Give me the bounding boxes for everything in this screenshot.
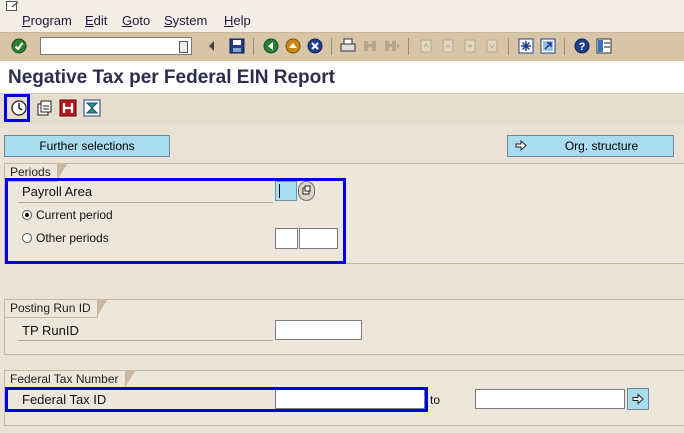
toolbar-separator: [408, 38, 409, 55]
federal-tax-id-to-input[interactable]: [475, 389, 625, 409]
menu-edit[interactable]: Edit: [85, 13, 107, 28]
to-label: to: [430, 393, 441, 407]
execute-highlight: [4, 94, 30, 122]
arrow-right-icon: [515, 140, 527, 151]
multiple-selection-button[interactable]: [627, 388, 649, 410]
svg-text:?: ?: [579, 41, 586, 53]
org-structure-label: Org. structure: [564, 139, 639, 153]
exit-icon[interactable]: [285, 38, 301, 54]
menu-system[interactable]: System: [164, 13, 207, 28]
menu-corner-icon[interactable]: [6, 1, 20, 12]
first-page-icon: [420, 39, 432, 53]
find-next-icon: [385, 41, 400, 51]
toolbar-separator: [564, 38, 565, 55]
title-bar: Negative Tax per Federal EIN Report: [0, 61, 684, 93]
collapse-arrow-icon[interactable]: [207, 38, 217, 54]
cancel-icon[interactable]: [307, 38, 323, 54]
selection-options-icon[interactable]: [59, 99, 77, 117]
next-page-icon: [464, 39, 476, 53]
page-title: Negative Tax per Federal EIN Report: [8, 67, 335, 88]
last-page-icon: [486, 39, 498, 53]
tp-runid-underline: [18, 340, 273, 341]
delete-selection-icon[interactable]: [83, 99, 101, 117]
org-structure-button[interactable]: Org. structure: [507, 135, 674, 157]
find-icon: [364, 41, 376, 51]
shortcut-icon[interactable]: [540, 38, 556, 54]
save-icon[interactable]: [229, 38, 245, 54]
arrow-right-icon: [632, 393, 644, 405]
enter-check-icon[interactable]: [11, 38, 27, 54]
standard-toolbar: ?: [0, 32, 684, 62]
layout-menu-icon[interactable]: [596, 38, 612, 54]
toolbar-separator: [508, 38, 509, 55]
get-variant-icon[interactable]: [35, 99, 53, 117]
create-session-icon[interactable]: [518, 38, 534, 54]
federal-tax-id-highlight: [5, 387, 428, 412]
periods-highlight: [5, 178, 346, 264]
further-selections-button[interactable]: Further selections: [4, 135, 170, 157]
posting-run-frame-title: Posting Run ID: [4, 299, 108, 318]
help-icon[interactable]: ?: [574, 38, 590, 54]
back-icon[interactable]: [263, 38, 279, 54]
menu-goto[interactable]: Goto: [122, 13, 150, 28]
menu-help[interactable]: Help: [224, 13, 251, 28]
toolbar-separator: [331, 38, 332, 55]
print-icon[interactable]: [340, 38, 356, 54]
command-history-icon[interactable]: [179, 41, 188, 53]
menu-bar: Program Edit Goto System Help: [0, 0, 684, 32]
application-toolbar: [0, 93, 684, 124]
toolbar-separator: [253, 38, 254, 55]
menu-program[interactable]: Program: [22, 13, 72, 28]
previous-page-icon: [442, 39, 454, 53]
tp-runid-input[interactable]: [275, 320, 362, 340]
tp-runid-label: TP RunID: [22, 323, 79, 338]
command-field[interactable]: [40, 37, 192, 55]
